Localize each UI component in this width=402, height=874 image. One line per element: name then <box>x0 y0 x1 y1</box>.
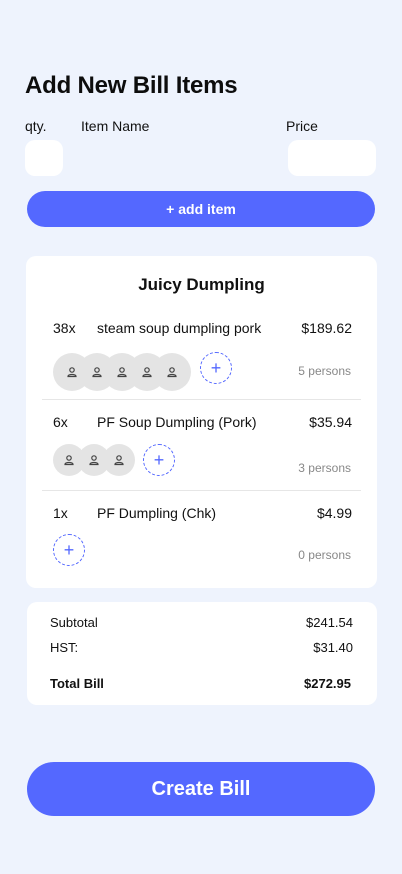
total-label: Total Bill <box>50 676 104 691</box>
item-name: PF Soup Dumpling (Pork) <box>97 414 257 430</box>
item-price: $4.99 <box>316 505 352 521</box>
add-person-button[interactable]: + <box>143 444 175 476</box>
item-divider <box>42 490 361 491</box>
plus-icon: + <box>210 358 222 378</box>
item-qty: 38x <box>53 320 76 336</box>
restaurant-name: Juicy Dumpling <box>138 275 265 294</box>
total-row: Total Bill $272.95 <box>50 676 353 691</box>
persons-count: 0 persons <box>298 548 351 562</box>
persons-count: 3 persons <box>298 461 351 475</box>
hst-row: HST: $31.40 <box>50 640 353 655</box>
total-value: $272.95 <box>304 676 351 691</box>
add-item-button[interactable]: + add item <box>27 191 375 227</box>
add-person-button[interactable]: + <box>53 534 85 566</box>
person-icon <box>117 367 127 378</box>
person-icon <box>67 367 77 378</box>
person-icon <box>142 367 152 378</box>
item-price: $189.62 <box>301 320 352 336</box>
price-label: Price <box>286 118 318 134</box>
person-avatar[interactable] <box>153 353 191 391</box>
create-bill-button[interactable]: Create Bill <box>27 762 375 816</box>
persons-count: 5 persons <box>298 364 351 378</box>
item-name: steam soup dumpling pork <box>97 320 262 336</box>
hst-value: $31.40 <box>313 640 353 655</box>
item-qty: 1x <box>53 505 68 521</box>
page-title: Add New Bill Items <box>25 72 238 99</box>
add-person-button[interactable]: + <box>200 352 232 384</box>
plus-icon: + <box>153 450 165 470</box>
subtotal-value: $241.54 <box>306 615 353 630</box>
bill-summary: Subtotal $241.54 HST: $31.40 Total Bill … <box>27 602 377 705</box>
plus-icon: + <box>63 540 75 560</box>
subtotal-row: Subtotal $241.54 <box>50 615 353 630</box>
item-name-label: Item Name <box>81 118 150 134</box>
item-name-input[interactable] <box>75 140 275 176</box>
person-icon <box>167 367 177 378</box>
person-icon <box>64 455 74 466</box>
price-input[interactable] <box>288 140 376 176</box>
item-price: $35.94 <box>309 414 352 430</box>
person-avatar[interactable] <box>103 444 135 476</box>
person-icon <box>89 455 99 466</box>
bill-items-card: Juicy Dumpling 38x steam soup dumpling p… <box>26 256 377 588</box>
subtotal-label: Subtotal <box>50 615 98 630</box>
item-qty: 6x <box>53 414 68 430</box>
hst-label: HST: <box>50 640 79 655</box>
item-name: PF Dumpling (Chk) <box>97 505 217 521</box>
person-icon <box>92 367 102 378</box>
qty-input[interactable] <box>25 140 63 176</box>
qty-label: qty. <box>25 118 47 134</box>
item-divider <box>42 399 361 400</box>
person-icon <box>114 455 124 466</box>
